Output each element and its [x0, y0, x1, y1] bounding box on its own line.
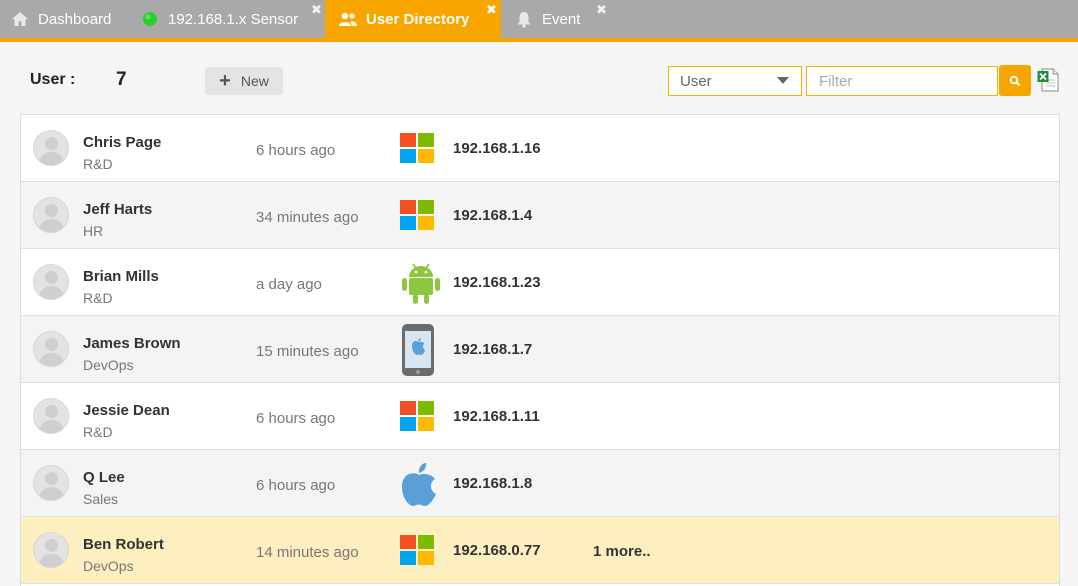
avatar	[33, 532, 69, 568]
ip-address[interactable]: 192.168.1.16	[453, 140, 541, 157]
user-department: HR	[83, 223, 104, 239]
windows-device-icon	[399, 400, 439, 434]
user-name[interactable]: Ben Robert	[83, 536, 164, 553]
android-device-icon	[399, 263, 440, 304]
user-name[interactable]: Q Lee	[83, 469, 125, 486]
apple-device-icon	[399, 463, 439, 506]
search-button[interactable]	[999, 65, 1031, 96]
user-label: User :	[30, 71, 76, 88]
tab-label: Dashboard	[38, 10, 112, 28]
ip-address[interactable]: 192.168.1.8	[453, 475, 532, 492]
user-department: DevOps	[83, 357, 134, 373]
tab-event[interactable]: Event ✖	[514, 0, 607, 38]
user-name[interactable]: Jessie Dean	[83, 402, 170, 419]
user-department: Sales	[83, 491, 119, 507]
avatar	[33, 398, 69, 434]
excel-export-button[interactable]	[1037, 68, 1059, 92]
user-row[interactable]: Chris Page R&D 6 hours ago 192.168.1.16	[21, 115, 1059, 182]
last-seen-time: 34 minutes ago	[256, 209, 359, 226]
excel-icon	[1037, 68, 1059, 92]
filter-input[interactable]	[806, 66, 998, 96]
avatar	[33, 197, 69, 233]
last-seen-time: 6 hours ago	[256, 410, 336, 427]
avatar	[33, 130, 69, 166]
user-row[interactable]: Q Lee Sales 6 hours ago 192.168.1.8	[21, 450, 1059, 517]
ip-address[interactable]: 192.168.1.4	[453, 207, 532, 224]
windows-device-icon	[399, 132, 439, 166]
user-department: R&D	[83, 156, 113, 172]
avatar	[33, 264, 69, 300]
tab-label: User Directory	[366, 10, 470, 28]
close-icon[interactable]: ✖	[486, 2, 497, 18]
ip-address[interactable]: 192.168.0.77	[453, 542, 541, 559]
last-seen-time: a day ago	[256, 276, 322, 293]
user-department: R&D	[83, 290, 113, 306]
user-row[interactable]: Jessie Dean R&D 6 hours ago 192.168.1.11	[21, 383, 1059, 450]
iphone-device-icon	[399, 324, 439, 376]
user-department: DevOps	[83, 558, 134, 574]
filter-field-select[interactable]: User	[668, 66, 802, 96]
tab-bar: Dashboard 192.168.1.x Sensor ✖ User Dire…	[0, 0, 1078, 38]
tab-dashboard[interactable]: Dashboard	[10, 0, 111, 38]
avatar	[33, 331, 69, 367]
tab-underline	[0, 38, 1078, 42]
user-name[interactable]: Brian Mills	[83, 268, 159, 285]
bell-icon	[514, 9, 534, 29]
new-button-label: New	[240, 73, 269, 89]
more-link[interactable]: 1 more..	[593, 543, 651, 560]
avatar	[33, 465, 69, 501]
user-row[interactable]: Brian Mills R&D a day ago 192.168.1.23	[21, 249, 1059, 316]
tab-label: 192.168.1.x Sensor	[168, 10, 299, 28]
user-row[interactable]: Ben Robert DevOps 14 minutes ago 192.168.0.…	[21, 517, 1059, 584]
user-name[interactable]: Jeff Harts	[83, 201, 152, 218]
ip-address[interactable]: 192.168.1.7	[453, 341, 532, 358]
ip-address[interactable]: 192.168.1.11	[453, 408, 540, 425]
user-count: 7	[116, 69, 127, 90]
search-icon	[1009, 75, 1021, 86]
new-user-button[interactable]: + New	[205, 67, 283, 95]
last-seen-time: 6 hours ago	[256, 477, 336, 494]
user-list: Chris Page R&D 6 hours ago 192.168.1.16 Jeff…	[20, 114, 1060, 586]
last-seen-time: 14 minutes ago	[256, 544, 359, 561]
user-name[interactable]: James Brown	[83, 335, 181, 352]
close-icon[interactable]: ✖	[596, 2, 607, 18]
close-icon[interactable]: ✖	[311, 2, 322, 18]
chevron-down-icon	[777, 77, 789, 84]
home-icon	[10, 9, 30, 29]
plus-icon: +	[219, 70, 231, 92]
user-row[interactable]: Jeff Harts HR 34 minutes ago 192.168.1.4	[21, 182, 1059, 249]
windows-device-icon	[399, 199, 439, 233]
windows-device-icon	[399, 534, 439, 568]
user-row[interactable]: James Brown DevOps 15 minutes ago 192.168.1…	[21, 316, 1059, 383]
select-value: User	[680, 72, 712, 90]
tab-label: Event	[542, 10, 581, 28]
green-dot-icon	[140, 9, 160, 29]
last-seen-time: 6 hours ago	[256, 142, 336, 159]
tab-user-directory[interactable]: User Directory ✖	[325, 0, 501, 38]
ip-address[interactable]: 192.168.1.23	[453, 274, 541, 291]
user-department: R&D	[83, 424, 113, 440]
last-seen-time: 15 minutes ago	[256, 343, 359, 360]
user-name[interactable]: Chris Page	[83, 134, 161, 151]
users-icon	[338, 9, 358, 29]
tab-sensor[interactable]: 192.168.1.x Sensor ✖	[140, 0, 322, 38]
